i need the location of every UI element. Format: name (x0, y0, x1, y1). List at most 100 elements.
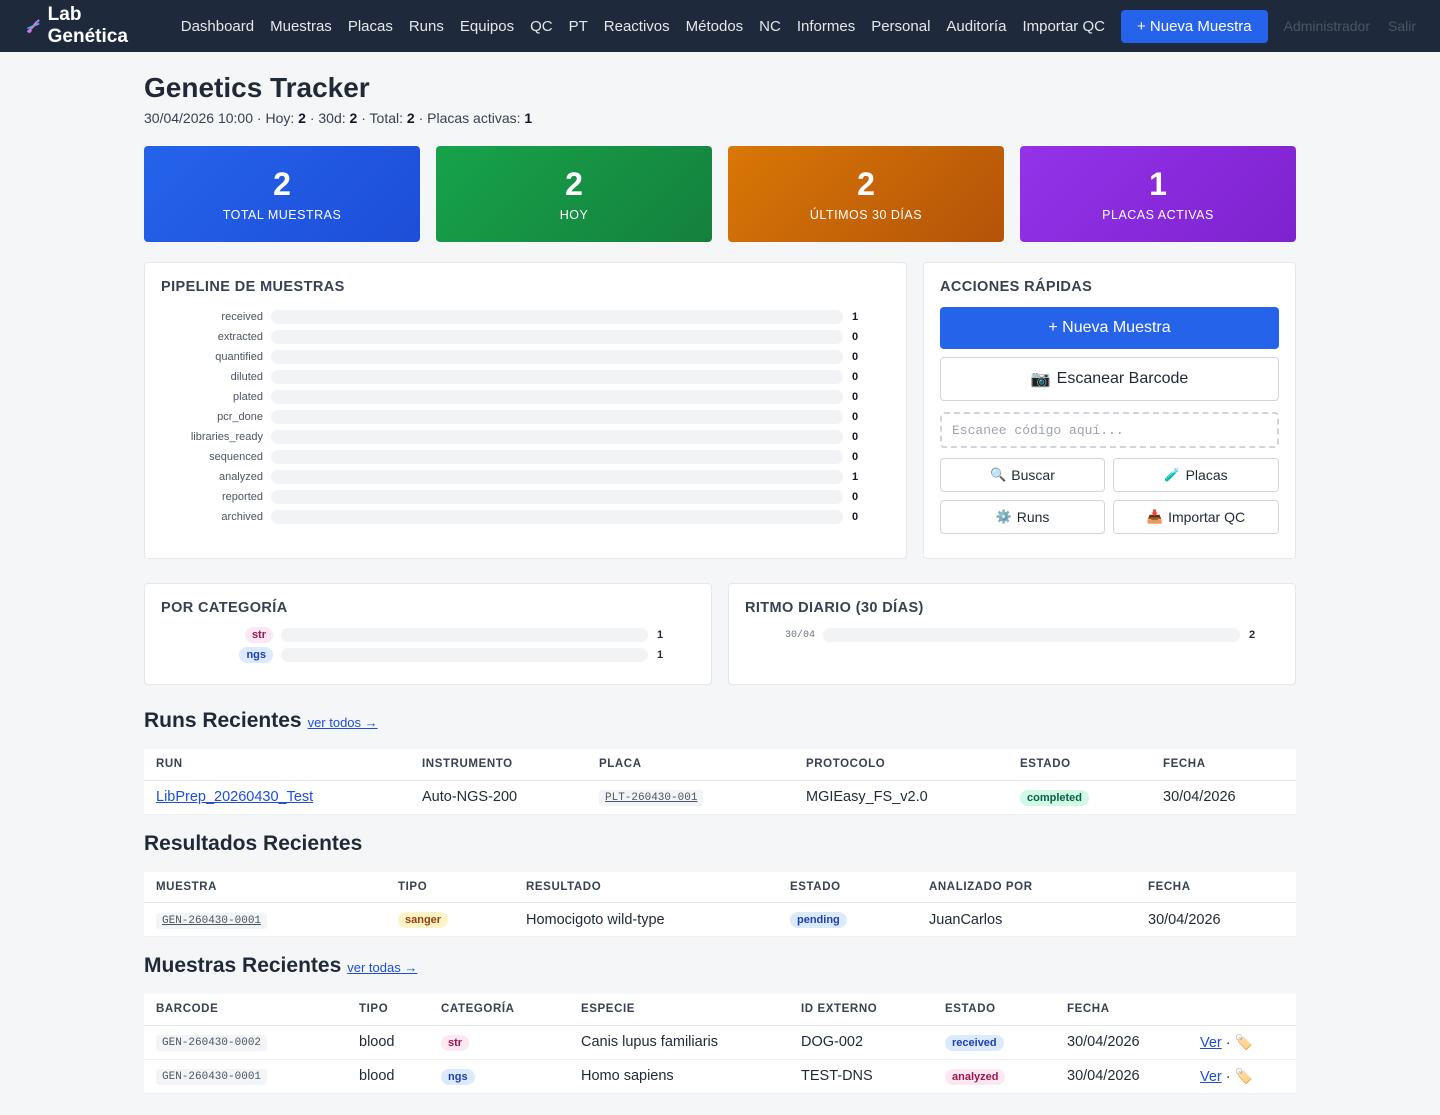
quick-actions-card: Acciones rápidas + Nueva Muestra 📷 Escan… (923, 262, 1296, 559)
plate-link[interactable]: PLT-260430-001 (599, 790, 704, 806)
nav-dashboard[interactable]: Dashboard (181, 18, 254, 35)
col-header[interactable]: Resultado (514, 871, 778, 903)
col-header[interactable]: Categoría (429, 994, 569, 1026)
pipeline-stage-label: archived (221, 511, 263, 523)
category-row-str: str 1 (161, 625, 695, 645)
run-link[interactable]: LibPrep_20260430_Test (156, 789, 313, 805)
stat-label: Hoy (559, 208, 589, 222)
nav-muestras[interactable]: Muestras (270, 18, 332, 35)
col-header[interactable]: Tipo (386, 871, 514, 903)
nav-auditoria[interactable]: Auditoría (946, 18, 1006, 35)
pipeline-bar (271, 450, 843, 464)
summary-hoy: 2 (298, 110, 306, 126)
samples-view-all-link[interactable]: ver todas → (347, 960, 417, 975)
separator: · (1225, 1034, 1231, 1051)
summary-placas-label: Placas activas: (427, 110, 521, 126)
nav-nc[interactable]: NC (759, 18, 781, 35)
pipeline-bar (271, 370, 843, 384)
runs-view-all-link[interactable]: ver todos → (308, 715, 378, 730)
col-header[interactable]: Fecha (1136, 871, 1296, 903)
pipeline-row-pcr_done: pcr_done 0 (161, 407, 890, 427)
new-sample-button[interactable]: + Nueva Muestra (940, 307, 1279, 349)
status-badge: pending (790, 912, 847, 928)
barcode-scan-input[interactable] (940, 412, 1279, 448)
col-header[interactable]: Fecha (1151, 749, 1296, 781)
pipeline-stage-label: diluted (230, 371, 263, 383)
top-navbar: Lab Genética Dashboard Muestras Placas R… (0, 0, 1440, 52)
sample-date: 30/04/2026 (1055, 1025, 1188, 1060)
barcode: GEN-260430-0001 (156, 1069, 268, 1085)
col-header[interactable]: Tipo (347, 994, 429, 1026)
table-row: GEN-260430-0001 blood ngs Homo sapiens T… (144, 1059, 1296, 1094)
external-id: TEST-DNS (789, 1059, 933, 1094)
col-header[interactable]: Estado (933, 994, 1055, 1026)
summary-hoy-label: Hoy: (265, 110, 295, 126)
stat-value: 1 (1149, 166, 1167, 202)
nav-metodos[interactable]: Métodos (686, 18, 744, 35)
nav-personal[interactable]: Personal (871, 18, 930, 35)
sample-type: blood (347, 1025, 429, 1060)
col-header[interactable]: Placa (587, 749, 794, 781)
category-card: Por categoría str 1 ngs 1 (144, 583, 712, 685)
pipeline-row-quantified: quantified 0 (161, 347, 890, 367)
nav-reactivos[interactable]: Reactivos (604, 18, 670, 35)
stat-cards: 2 Total Muestras 2 Hoy 2 Últimos 30 días… (144, 146, 1296, 242)
pipeline-row-received: received 1 (161, 307, 890, 327)
scan-barcode-button[interactable]: 📷 Escanear Barcode (940, 357, 1279, 401)
nav-placas[interactable]: Placas (348, 18, 393, 35)
pipeline-stage-label: pcr_done (217, 411, 263, 423)
nav-runs[interactable]: Runs (409, 18, 444, 35)
quick-action-grid: 🔍 Buscar 🧪 Placas ⚙️ Runs 📥 Importar QC (940, 458, 1279, 534)
samples-title: Muestras Recientes (144, 954, 342, 977)
col-header[interactable]: Estado (778, 871, 917, 903)
runs-table: Run Instrumento Placa Protocolo Estado F… (144, 749, 1296, 815)
import-qc-button[interactable]: 📥 Importar QC (1113, 500, 1279, 534)
view-link[interactable]: Ver (1200, 1035, 1222, 1051)
col-header[interactable]: ID Externo (789, 994, 933, 1026)
pipeline-stage-count: 0 (852, 391, 859, 403)
pipeline-stage-label: extracted (217, 331, 263, 343)
results-title: Resultados Recientes (144, 831, 363, 855)
logout-link[interactable]: Salir (1388, 18, 1416, 34)
search-icon: 🔍 (990, 467, 1007, 482)
col-header[interactable]: Especie (569, 994, 789, 1026)
pipeline-list: received 1 extracted 0 quantified 0 diluted 0 pl… (161, 307, 890, 527)
nav-qc[interactable]: QC (530, 18, 553, 35)
daily-bar (823, 628, 1240, 642)
sample-link[interactable]: GEN-260430-0001 (156, 912, 268, 929)
results-table: Muestra Tipo Resultado Estado Analizado … (144, 871, 1296, 937)
col-header[interactable]: Analizado por (917, 871, 1136, 903)
result-date: 30/04/2026 (1136, 902, 1296, 937)
pipeline-row-archived: archived 0 (161, 507, 890, 527)
daily-count: 2 (1249, 629, 1256, 641)
summary-line: 30/04/2026 10:00 · Hoy: 2 · 30d: 2 · Tot… (144, 110, 533, 126)
label-print-icon[interactable]: 🏷️ (1235, 1069, 1253, 1085)
search-button[interactable]: 🔍 Buscar (940, 458, 1105, 492)
plates-button[interactable]: 🧪 Placas (1113, 458, 1279, 492)
nav-importar-qc[interactable]: Importar QC (1022, 18, 1105, 35)
col-header[interactable]: Muestra (144, 871, 386, 903)
nav-equipos[interactable]: Equipos (460, 18, 514, 35)
nav-informes[interactable]: Informes (797, 18, 855, 35)
nav-new-sample-button[interactable]: + Nueva Muestra (1120, 9, 1268, 43)
col-header[interactable]: Instrumento (410, 749, 587, 781)
col-header[interactable]: Protocolo (794, 749, 1008, 781)
brand[interactable]: Lab Genética (24, 4, 149, 48)
view-link[interactable]: Ver (1200, 1069, 1222, 1085)
runs-button[interactable]: ⚙️ Runs (940, 500, 1105, 534)
stat-value: 2 (565, 166, 583, 202)
barcode: GEN-260430-0002 (156, 1035, 268, 1051)
col-header[interactable]: Barcode (144, 994, 347, 1026)
search-label: Buscar (1011, 467, 1055, 483)
category-bar (281, 648, 648, 662)
user-name: Administrador (1283, 18, 1370, 34)
label-print-icon[interactable]: 🏷️ (1235, 1035, 1253, 1051)
pipeline-row-diluted: diluted 0 (161, 367, 890, 387)
nav-pt[interactable]: PT (569, 18, 588, 35)
page-title: Genetics Tracker (144, 72, 370, 103)
col-header[interactable]: Run (144, 749, 410, 781)
col-header[interactable]: Estado (1008, 749, 1151, 781)
col-header[interactable]: Fecha (1055, 994, 1188, 1026)
stat-placas-activas: 1 Placas activas (1020, 146, 1296, 242)
nav-links: Dashboard Muestras Placas Runs Equipos Q… (181, 9, 1268, 43)
